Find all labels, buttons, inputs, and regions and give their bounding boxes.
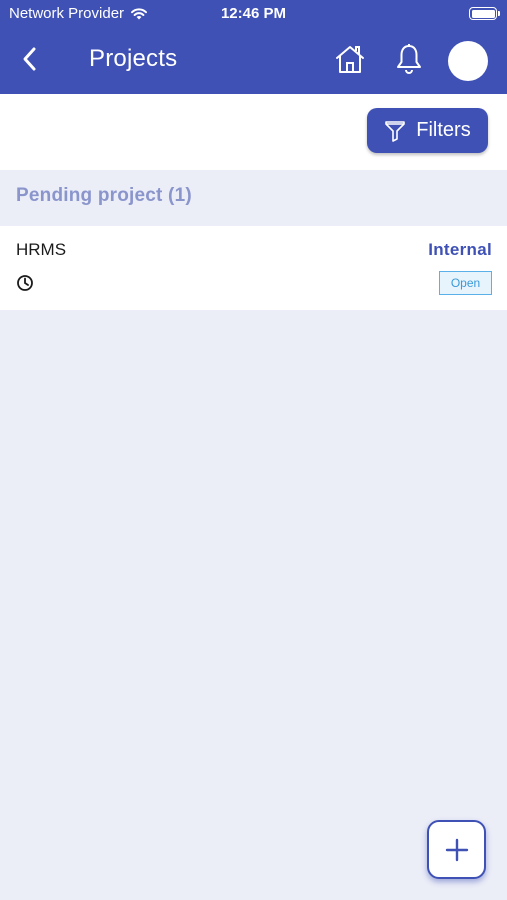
filters-button[interactable]: Filters [367, 108, 488, 153]
project-name: HRMS [16, 240, 67, 259]
clock-icon [17, 275, 33, 291]
page-title: Projects [89, 45, 178, 72]
add-project-button[interactable] [427, 820, 486, 879]
home-button[interactable] [332, 42, 368, 76]
chevron-left-icon [23, 47, 36, 71]
app-header: Network Provider 12:46 PM Projects [0, 0, 507, 94]
project-card[interactable]: HRMS Internal Open [0, 226, 507, 310]
notifications-button[interactable] [392, 41, 426, 77]
section-title: Pending project (1) [16, 185, 192, 206]
status-badge: Open [439, 271, 492, 295]
section-header: Pending project (1) [0, 170, 507, 226]
avatar[interactable] [448, 41, 488, 81]
navigation-bar: Projects [0, 28, 507, 94]
filter-bar: Filters [0, 94, 507, 170]
back-button[interactable] [14, 42, 44, 76]
funnel-icon [385, 120, 406, 142]
home-icon [336, 46, 364, 73]
status-time: 12:46 PM [220, 5, 287, 22]
filters-label: Filters [416, 119, 471, 141]
bell-icon [397, 44, 421, 74]
status-bar: Network Provider 12:46 PM [0, 0, 507, 28]
plus-icon [445, 838, 468, 861]
project-type: Internal [428, 240, 492, 259]
battery-icon [469, 7, 500, 20]
